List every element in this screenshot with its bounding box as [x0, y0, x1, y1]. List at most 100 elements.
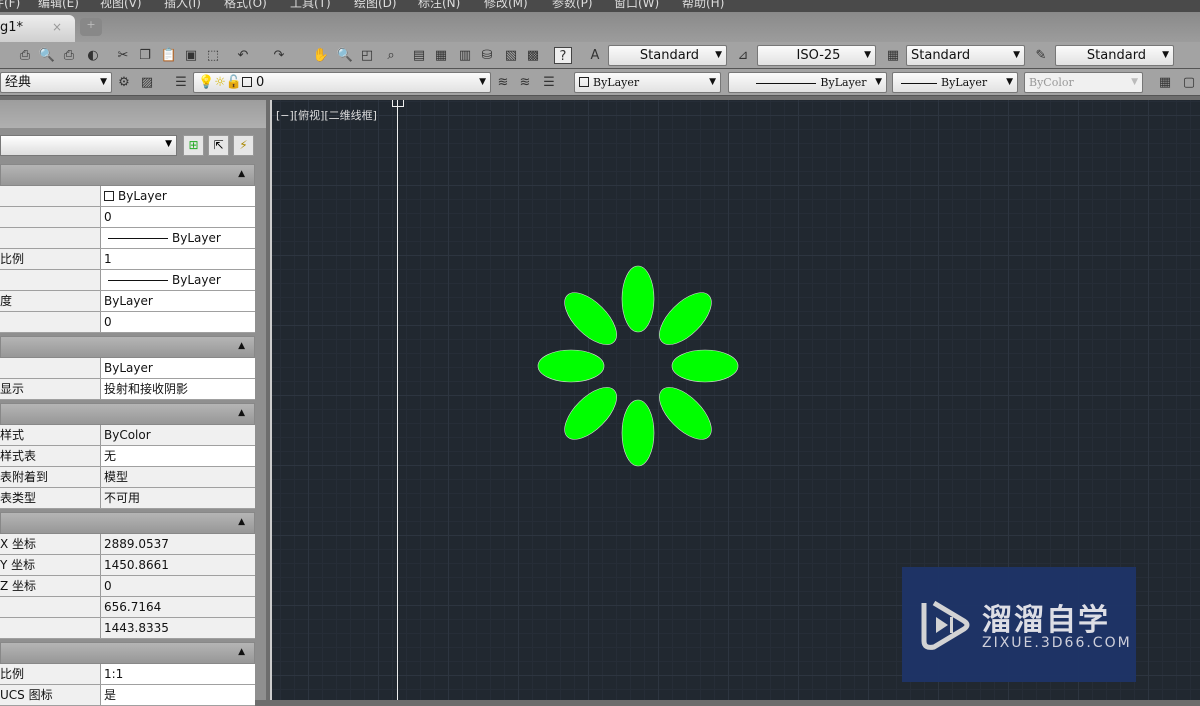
window-icon[interactable]: ▢ — [1180, 74, 1198, 91]
properties-icon[interactable]: ▤ — [410, 47, 428, 64]
print-preview-icon[interactable]: 🔍 — [38, 47, 56, 64]
3d-dwf-icon[interactable]: ◐ — [84, 47, 102, 64]
property-row[interactable]: Y 坐标 1450.8661 — [0, 555, 255, 576]
redo-icon[interactable]: ↷ — [270, 47, 288, 64]
sheet-set-icon[interactable]: ⛁ — [478, 47, 496, 64]
collapse-icon[interactable]: ▲ — [238, 517, 245, 527]
collapse-icon[interactable]: ▲ — [238, 647, 245, 657]
menu-item[interactable]: 窗口(W) — [614, 0, 659, 11]
property-row[interactable]: 样式表无 — [0, 446, 255, 467]
menu-item[interactable]: 帮助(H) — [682, 0, 724, 11]
property-value[interactable]: ByLayer — [101, 291, 255, 311]
property-row[interactable]: ByLayer — [0, 270, 255, 291]
property-value[interactable]: 0 — [101, 312, 255, 332]
linetype-select[interactable]: ByLayer ▼ — [728, 72, 887, 93]
property-value[interactable]: 无 — [101, 446, 255, 466]
calculator-icon[interactable]: ▩ — [524, 47, 542, 64]
petal-ellipse[interactable] — [556, 379, 625, 448]
section-header[interactable]: ▲ — [0, 164, 255, 186]
petal-ellipse[interactable] — [537, 349, 605, 383]
petal-ellipse[interactable] — [651, 379, 720, 448]
petal-ellipse[interactable] — [651, 284, 720, 353]
section-header[interactable]: ▲ — [0, 403, 255, 425]
property-value[interactable]: 1450.8661 — [101, 555, 255, 575]
pan-icon[interactable]: ✋ — [312, 47, 330, 64]
property-row[interactable]: 显示 投射和接收阴影 — [0, 379, 255, 400]
undo-icon[interactable]: ↶ — [234, 47, 252, 64]
petal-ellipse[interactable] — [671, 349, 739, 383]
collapse-icon[interactable]: ▲ — [238, 341, 245, 351]
property-value[interactable]: 2889.0537 — [101, 534, 255, 554]
petal-ellipse[interactable] — [621, 399, 655, 467]
copy-icon[interactable]: ❐ — [136, 47, 154, 64]
menu-item[interactable]: 绘图(D) — [354, 0, 397, 11]
property-row[interactable]: 1443.8335 — [0, 618, 255, 639]
property-value[interactable]: 投射和接收阴影 — [101, 379, 255, 399]
property-row[interactable]: 0 — [0, 312, 255, 333]
zoom-previous-icon[interactable]: ⌕ — [382, 47, 400, 64]
property-row[interactable]: ByLayer — [0, 186, 255, 207]
menu-item[interactable]: 标注(N) — [418, 0, 460, 11]
cut-icon[interactable]: ✂ — [114, 47, 132, 64]
workspace-settings-icon[interactable]: ⚙ — [115, 74, 133, 91]
menu-item[interactable]: 视图(V) — [100, 0, 142, 11]
menu-item[interactable]: 件(F) — [0, 0, 20, 11]
property-value[interactable]: ByLayer — [101, 186, 255, 206]
property-value[interactable]: ByColor — [101, 425, 255, 445]
property-value[interactable]: 0 — [101, 207, 255, 227]
property-row[interactable]: Z 坐标 0 — [0, 576, 255, 597]
design-center-icon[interactable]: ▦ — [432, 47, 450, 64]
select-objects-icon[interactable]: ⇱ — [208, 135, 229, 156]
publish-icon[interactable]: ⎙ — [60, 47, 78, 64]
section-header[interactable]: ▲ — [0, 512, 255, 534]
property-row[interactable]: 比例 1:1 — [0, 664, 255, 685]
zoom-realtime-icon[interactable]: 🔍 — [336, 47, 354, 64]
layer-states-icon[interactable]: ☰ — [540, 74, 558, 91]
text-style-select[interactable]: Standard ▼ — [608, 45, 727, 66]
property-value[interactable]: 0 — [101, 576, 255, 596]
toolbar-lock-icon[interactable]: ▨ — [138, 74, 156, 91]
markup-icon[interactable]: ▧ — [502, 47, 520, 64]
property-row[interactable]: 656.7164 — [0, 597, 255, 618]
menu-item[interactable]: 参数(P) — [552, 0, 593, 11]
object-type-select[interactable]: ▼ — [0, 135, 177, 156]
property-value[interactable]: 是 — [101, 685, 255, 705]
section-header[interactable]: ▲ — [0, 642, 255, 664]
layout-icon[interactable]: ▦ — [1156, 74, 1174, 91]
property-value[interactable]: 模型 — [101, 467, 255, 487]
zoom-window-icon[interactable]: ◰ — [358, 47, 376, 64]
mleader-style-select[interactable]: Standard ▼ — [1055, 45, 1174, 66]
property-row[interactable]: 表附着到 模型 — [0, 467, 255, 488]
property-value[interactable]: 1:1 — [101, 664, 255, 684]
workspace-select[interactable]: 经典 ▼ — [0, 72, 112, 93]
dim-style-select[interactable]: ISO-25 ▼ — [757, 45, 876, 66]
property-row[interactable]: UCS 图标是 — [0, 685, 255, 706]
property-row[interactable]: 样式 ByColor — [0, 425, 255, 446]
collapse-icon[interactable]: ▲ — [238, 408, 245, 418]
new-tab-button[interactable]: + — [80, 18, 102, 36]
close-icon[interactable]: × — [52, 20, 62, 34]
property-row[interactable]: 比例 1 — [0, 249, 255, 270]
property-row[interactable]: 表类型 不可用 — [0, 488, 255, 509]
make-current-layer-icon[interactable]: ≋ — [494, 74, 512, 91]
layer-manager-icon[interactable]: ☰ — [172, 74, 190, 91]
layer-select[interactable]: 💡☼🔓 0 ▼ — [193, 72, 491, 93]
section-header[interactable]: ▲ — [0, 336, 255, 358]
tab-drawing[interactable]: g1* × — [0, 15, 75, 42]
property-row[interactable]: ByLayer — [0, 228, 255, 249]
property-value[interactable]: ByLayer — [101, 358, 255, 378]
layer-previous-icon[interactable]: ≋ — [516, 74, 534, 91]
property-row[interactable]: ByLayer — [0, 358, 255, 379]
block-editor-icon[interactable]: ⬚ — [204, 47, 222, 64]
help-icon[interactable]: ? — [554, 47, 572, 64]
quick-select-icon[interactable]: ⚡ — [233, 135, 254, 156]
property-row[interactable]: 度 ByLayer — [0, 291, 255, 312]
property-value[interactable]: 656.7164 — [101, 597, 255, 617]
collapse-icon[interactable]: ▲ — [238, 169, 245, 179]
drawing-canvas[interactable]: [−][俯视][二维线框] 溜溜自学 ZIXUE.3D66.COM — [270, 100, 1200, 700]
pickadd-toggle-icon[interactable]: ⊞ — [183, 135, 204, 156]
lineweight-select[interactable]: ByLayer ▼ — [892, 72, 1018, 93]
petal-ellipse[interactable] — [621, 265, 655, 333]
property-value[interactable]: ByLayer — [101, 270, 255, 290]
property-value[interactable]: 1 — [101, 249, 255, 269]
